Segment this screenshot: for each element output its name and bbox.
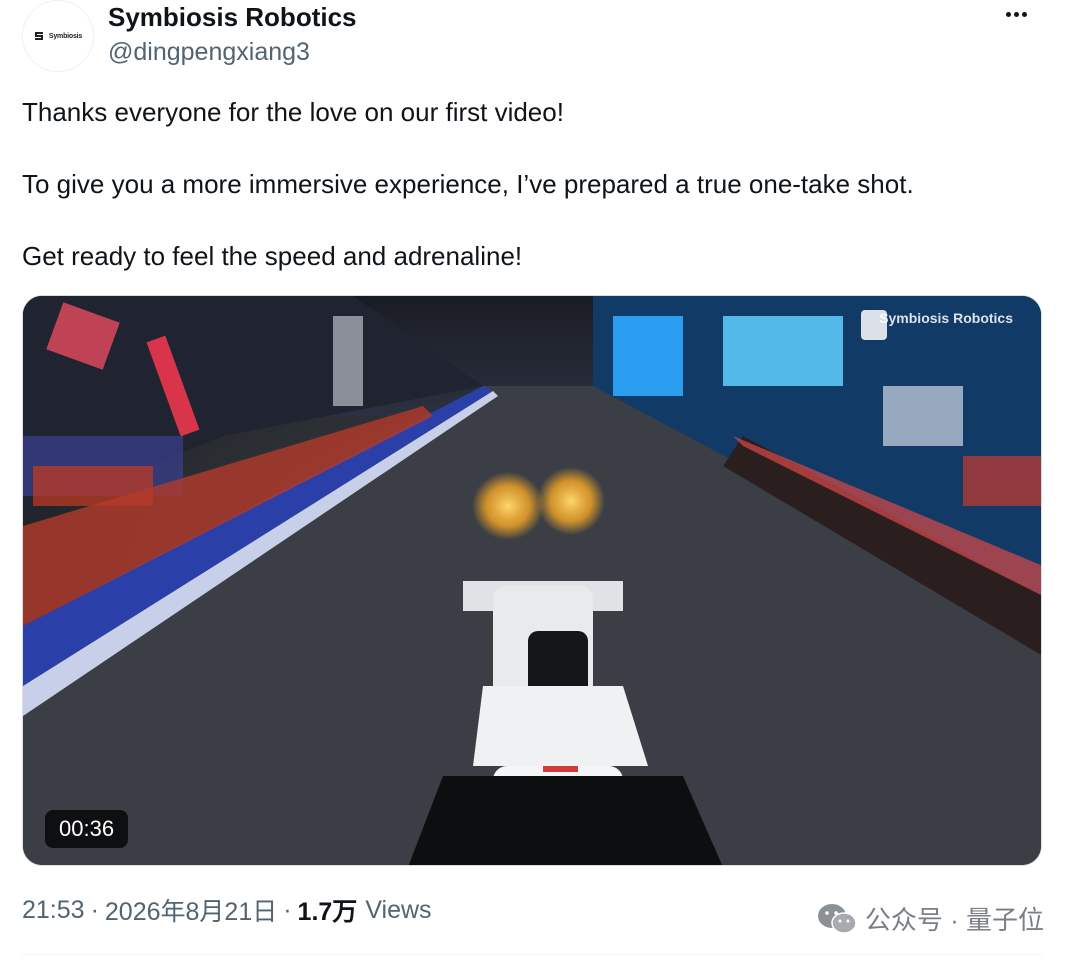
video-watermark-text: Symbiosis Robotics (879, 310, 1013, 326)
author-handle[interactable]: @dingpengxiang3 (108, 38, 310, 67)
video-frame (23, 296, 1041, 865)
divider (22, 954, 1042, 955)
separator-dot: · (283, 895, 292, 924)
tweet-date[interactable]: 2026年8月21日 (105, 892, 277, 928)
avatar[interactable]: Symbiosis (22, 0, 94, 72)
video-player[interactable]: Symbiosis Robotics 00:36 (22, 295, 1042, 866)
more-options-icon[interactable] (998, 2, 1034, 26)
views-count: 1.7万 (297, 898, 358, 926)
video-watermark: Symbiosis Robotics (879, 310, 1013, 326)
tweet-text: Thanks everyone for the love on our firs… (22, 94, 1042, 310)
tweet-time[interactable]: 21:53 (22, 896, 85, 925)
tweet-paragraph: To give you a more immersive experience,… (22, 169, 914, 199)
separator-dot: · (90, 895, 99, 924)
tweet-paragraph: Thanks everyone for the love on our firs… (22, 97, 564, 127)
wechat-watermark-text: 公众号 · 量子位 (864, 905, 1044, 935)
video-duration-badge: 00:36 (45, 810, 129, 848)
tweet-paragraph: Get ready to feel the speed and adrenali… (22, 241, 523, 271)
avatar-logo-text: Symbiosis (48, 32, 83, 40)
author-display-name[interactable]: Symbiosis Robotics (108, 2, 357, 33)
wechat-watermark: 公众号 · 量子位 (817, 900, 1044, 937)
tweet-meta: 21:53 · 2026年8月21日 · 1.7万 Views (22, 892, 432, 928)
wechat-icon (817, 903, 857, 934)
views-label: Views (365, 895, 432, 924)
symbiosis-logo-icon: Symbiosis (34, 30, 82, 42)
